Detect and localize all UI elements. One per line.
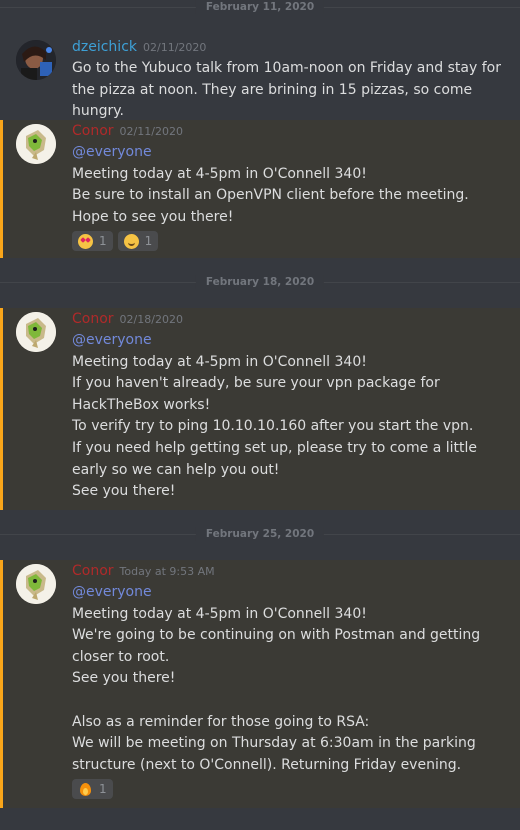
avatar[interactable] <box>16 124 56 164</box>
everyone-mention[interactable]: @everyone <box>72 332 152 348</box>
avatar-image-icon <box>16 124 56 164</box>
message-content: @everyone Meeting today at 4-5pm in O'Co… <box>72 582 512 800</box>
timestamp: 02/11/2020 <box>119 125 183 138</box>
date-divider: February 11, 2020 <box>0 0 520 14</box>
message-content: @everyone Meeting today at 4-5pm in O'Co… <box>72 330 512 503</box>
reaction-count: 1 <box>99 233 107 248</box>
message-mention: Conor 02/11/2020 @everyone Meeting today … <box>0 120 520 258</box>
timestamp: 02/18/2020 <box>119 313 183 326</box>
date-divider-label: February 25, 2020 <box>195 527 325 541</box>
message-line: To verify try to ping 10.10.10.160 after… <box>72 418 474 435</box>
message-line: Hope to see you there! <box>72 208 234 225</box>
message-header: Conor Today at 9:53 AM <box>72 560 215 582</box>
avatar-image-icon <box>16 312 56 352</box>
message-line: If you haven't already, be sure your vpn… <box>72 375 440 413</box>
avatar[interactable] <box>16 40 56 80</box>
avatar-image-icon <box>16 40 56 80</box>
timestamp: Today at 9:53 AM <box>119 565 215 578</box>
message-header: Conor 02/18/2020 <box>72 308 183 330</box>
date-divider: February 25, 2020 <box>0 527 520 541</box>
reaction-count: 1 <box>144 233 153 248</box>
message-line: Go to the Yubuco talk from 10am-noon on … <box>72 60 501 120</box>
avatar[interactable] <box>16 564 56 604</box>
message-mention: Conor Today at 9:53 AM @everyone Meeting … <box>0 560 520 808</box>
everyone-mention[interactable]: @everyone <box>72 584 152 600</box>
author-name[interactable]: dzeichick <box>72 39 137 55</box>
message-line: See you there! <box>72 670 176 687</box>
author-name[interactable]: Conor <box>72 563 114 579</box>
reaction-heart-eyes[interactable]: 1 <box>72 231 113 252</box>
message-content: @everyone Meeting today at 4-5pm in O'Co… <box>72 142 512 252</box>
reactions: 1 1 <box>72 231 512 252</box>
message-line: See you there! <box>72 483 176 500</box>
author-name[interactable]: Conor <box>72 123 114 139</box>
heart-eyes-icon <box>78 233 93 249</box>
everyone-mention[interactable]: @everyone <box>72 144 152 160</box>
message-line: If you need help getting set up, please … <box>72 439 477 478</box>
message: dzeichick 02/11/2020 Go to the Yubuco tal… <box>0 36 520 119</box>
date-divider-label: February 18, 2020 <box>195 275 325 289</box>
avatar[interactable] <box>16 312 56 352</box>
message-line <box>72 690 512 712</box>
message-mention: Conor 02/18/2020 @everyone Meeting today … <box>0 308 520 510</box>
reaction-smiling-face[interactable]: 1 <box>117 231 159 252</box>
avatar-image-icon <box>16 564 56 604</box>
timestamp: 02/11/2020 <box>143 41 207 54</box>
message-line: We will be meeting on Thursday at 6:30am… <box>72 735 476 773</box>
message-line: Meeting today at 4-5pm in O'Connell 340! <box>72 353 367 370</box>
date-divider-label: February 11, 2020 <box>195 0 325 14</box>
author-name[interactable]: Conor <box>72 311 114 327</box>
date-divider: February 18, 2020 <box>0 275 520 289</box>
message-header: dzeichick 02/11/2020 <box>72 36 206 58</box>
message-header: Conor 02/11/2020 <box>72 120 183 142</box>
reaction-count: 1 <box>99 781 107 796</box>
message-line: Meeting today at 4-5pm in O'Connell 340! <box>72 605 367 622</box>
smiling-face-icon <box>123 233 139 249</box>
message-line: Also as a reminder for those going to RS… <box>72 713 370 730</box>
message-content: Go to the Yubuco talk from 10am-noon on … <box>72 58 512 123</box>
message-line: Meeting today at 4-5pm in O'Connell 340! <box>72 165 367 182</box>
message-line: Be sure to install an OpenVPN client bef… <box>72 187 469 204</box>
fire-icon <box>78 782 93 797</box>
message-line: We're going to be continuing on with Pos… <box>72 627 481 665</box>
reactions: 1 <box>72 779 512 800</box>
reaction-fire[interactable]: 1 <box>72 779 113 800</box>
